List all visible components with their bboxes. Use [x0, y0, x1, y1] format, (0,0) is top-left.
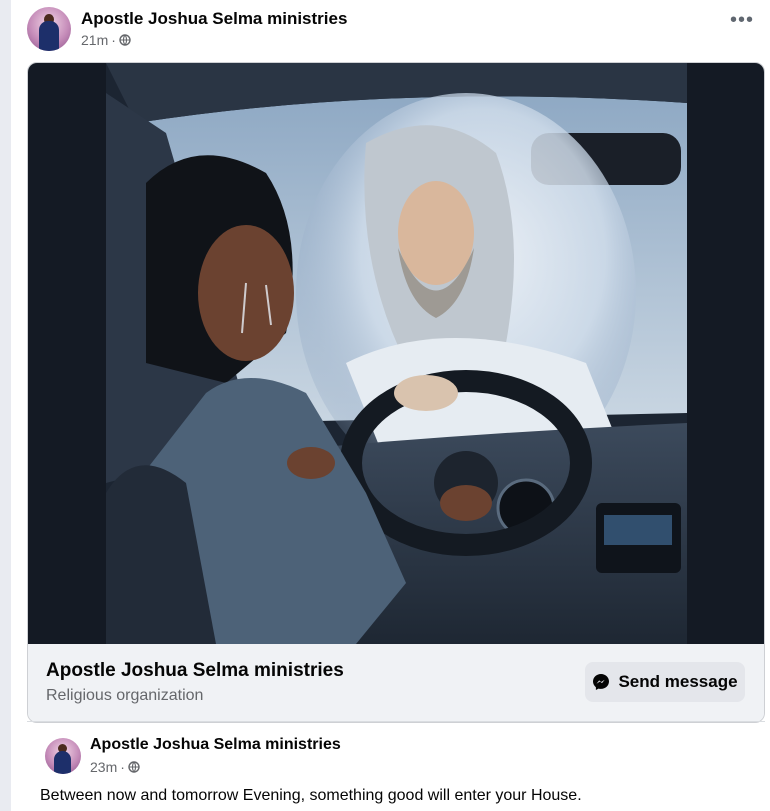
globe-icon[interactable] [119, 34, 131, 46]
nested-author-avatar[interactable] [45, 738, 81, 774]
messenger-icon [593, 674, 610, 690]
meta-separator: · [120, 759, 125, 775]
post-timestamp[interactable]: 21m [81, 32, 108, 48]
page-info-bar: Apostle Joshua Selma ministries Religiou… [28, 644, 764, 722]
author-avatar[interactable] [27, 7, 71, 51]
nested-post-meta: 23m · [90, 759, 140, 775]
post-image[interactable] [28, 63, 764, 644]
author-name[interactable]: Apostle Joshua Selma ministries [81, 9, 347, 29]
post-caption: Between now and tomorrow Evening, someth… [40, 787, 582, 804]
page-category: Religious organization [46, 687, 204, 704]
send-message-button[interactable]: Send message [585, 662, 745, 702]
nested-post-timestamp[interactable]: 23m [90, 759, 117, 775]
nested-author-name[interactable]: Apostle Joshua Selma ministries [90, 736, 341, 754]
post-meta: 21m · [81, 32, 131, 48]
more-options-icon[interactable]: ••• [728, 10, 756, 34]
post-header: Apostle Joshua Selma ministries 21m · ••… [11, 0, 770, 60]
meta-separator: · [111, 32, 116, 48]
page-name[interactable]: Apostle Joshua Selma ministries [46, 660, 344, 682]
send-message-label: Send message [618, 672, 738, 691]
shared-link-card[interactable]: Apostle Joshua Selma ministries Religiou… [27, 62, 765, 723]
nested-post: Apostle Joshua Selma ministries 23m · Be… [11, 722, 770, 811]
feed-post: Apostle Joshua Selma ministries 21m · ••… [11, 0, 770, 811]
artwork-illustration [106, 63, 687, 644]
globe-icon[interactable] [128, 761, 140, 773]
